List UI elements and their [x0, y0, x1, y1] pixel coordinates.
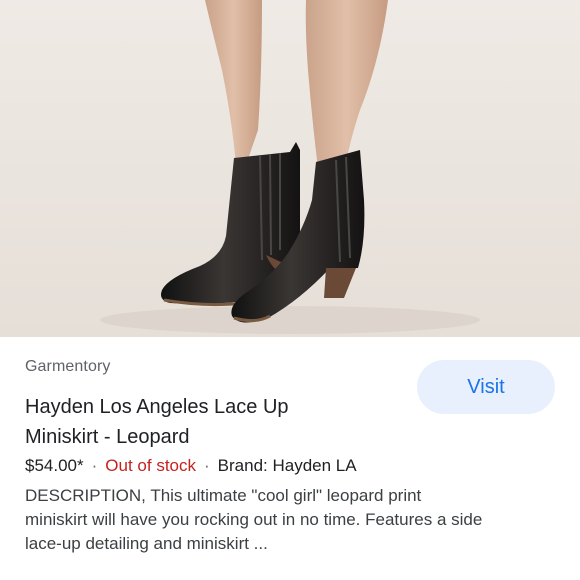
- product-title[interactable]: Hayden Los Angeles Lace Up Miniskirt - L…: [25, 392, 395, 452]
- price: $54.00*: [25, 456, 84, 475]
- description-line: lace-up detailing and miniskirt ...: [25, 534, 268, 553]
- visit-button[interactable]: Visit: [417, 360, 555, 414]
- product-image[interactable]: [0, 0, 580, 337]
- stock-status: Out of stock: [105, 456, 196, 475]
- description-line: DESCRIPTION, This ultimate "cool girl" l…: [25, 486, 422, 505]
- product-description: DESCRIPTION, This ultimate "cool girl" l…: [25, 484, 565, 556]
- product-meta: $54.00* · Out of stock · Brand: Hayden LA: [25, 454, 357, 478]
- brand: Brand: Hayden LA: [217, 456, 357, 475]
- separator-dot: ·: [91, 456, 98, 475]
- product-title-line: Hayden Los Angeles Lace Up: [25, 396, 289, 418]
- merchant-name: Garmentory: [25, 358, 111, 375]
- separator-dot: ·: [204, 456, 210, 475]
- description-line: miniskirt will have you rocking out in n…: [25, 510, 483, 529]
- product-title-line: Miniskirt - Leopard: [25, 426, 190, 448]
- boots-photo: [0, 0, 580, 337]
- product-card[interactable]: Garmentory Visit Hayden Los Angeles Lace…: [0, 0, 580, 580]
